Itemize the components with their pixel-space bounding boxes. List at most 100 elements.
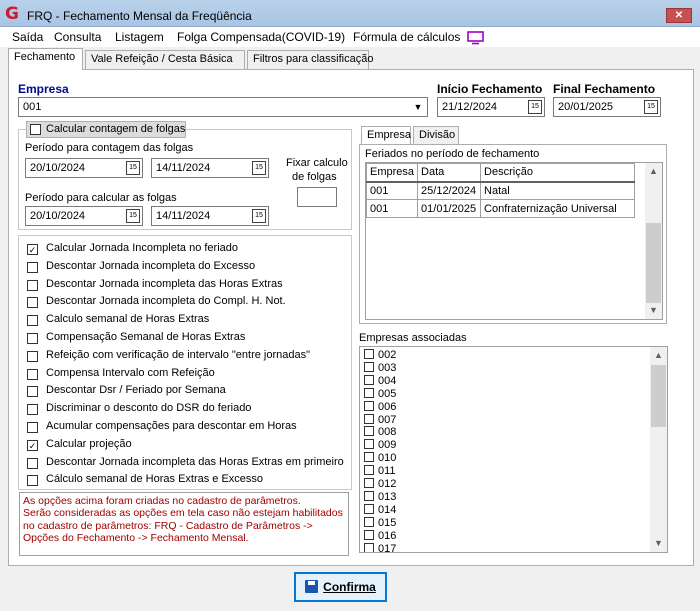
list-item[interactable]: 017 [364,542,396,552]
option-checkbox[interactable]: ✓ [27,439,38,451]
calendar-icon[interactable]: 15 [252,209,266,223]
empresa-checkbox[interactable] [364,529,374,540]
list-item[interactable]: 015 [364,516,396,530]
table-row[interactable]: 001 01/01/2025 Confraternização Universa… [365,199,636,218]
associadas-scrollbar[interactable]: ▲ ▼ [650,347,667,552]
empresa-checkbox[interactable] [364,426,374,437]
list-item[interactable]: 002 [364,349,396,362]
option-checkbox[interactable]: ✓ [27,244,38,255]
empresa-select[interactable]: 001 ▼ [18,97,428,117]
list-item[interactable]: 008 [364,426,396,439]
inicio-date-field[interactable]: 21/12/2024 15 [437,97,545,117]
menu-folga-compensada[interactable]: Folga Compensada(COVID-19) [177,30,345,44]
associadas-title: Empresas associadas [359,332,467,344]
col-empresa[interactable]: Empresa [365,163,419,183]
calendar-icon[interactable]: 15 [252,161,266,175]
calendar-icon[interactable]: 15 [528,100,542,114]
tab-filtros[interactable]: Filtros para classificação [247,50,373,69]
option-checkbox[interactable] [27,315,38,327]
final-date-field[interactable]: 20/01/2025 15 [553,97,661,117]
empresa-checkbox[interactable] [364,387,374,398]
option-checkbox[interactable] [27,333,38,344]
folgas-checkbox-row[interactable]: Calcular contagem de folgas [26,121,186,138]
close-button[interactable]: ✕ [666,8,692,23]
empresa-checkbox[interactable] [364,413,374,424]
calcular-de-field[interactable]: 20/10/2024 15 [25,206,143,226]
empresa-code: 013 [378,490,397,503]
contagem-ate-field[interactable]: 14/11/2024 15 [151,158,269,178]
scroll-thumb[interactable] [646,223,661,303]
fixar-folgas-input[interactable] [297,187,337,207]
tab-vale-refeicao[interactable]: Vale Refeição / Cesta Básica [85,50,245,69]
empresa-checkbox[interactable] [364,374,374,385]
option-checkbox[interactable] [27,368,38,380]
list-item[interactable]: 006 [364,400,396,414]
empresa-checkbox[interactable] [364,503,374,514]
menu-saida[interactable]: Saída [12,30,43,44]
feriados-header-row: Empresa Data Descrição [365,163,636,183]
empresa-checkbox[interactable] [364,465,374,476]
list-item[interactable]: 014 [364,503,396,517]
menu-listagem[interactable]: Listagem [115,30,164,44]
option-checkbox[interactable] [27,475,38,487]
option-checkbox[interactable] [27,457,38,469]
scroll-up-icon[interactable]: ▲ [650,347,667,364]
tab-fechamento[interactable]: Fechamento [8,48,83,70]
list-item[interactable]: 016 [364,529,396,543]
empresa-checkbox[interactable] [364,542,374,552]
feriados-table: Empresa Data Descrição 001 25/12/2024 Na… [365,163,636,218]
option-checkbox[interactable] [27,261,38,273]
feriados-scrollbar[interactable]: ▲ ▼ [645,163,662,319]
list-item[interactable]: 003 [364,361,396,375]
option-checkbox[interactable] [27,350,38,362]
calendar-icon[interactable]: 15 [126,161,140,175]
calendar-icon[interactable]: 15 [126,209,140,223]
app-logo-icon: G [5,4,19,24]
window-title: FRQ - Fechamento Mensal da Freqüência [27,9,252,23]
subtab-empresa[interactable]: Empresa [361,126,411,144]
fechamento-panel: Empresa 001 ▼ Início Fechamento 21/12/20… [8,69,694,566]
empresa-checkbox[interactable] [364,361,374,372]
confirma-button[interactable]: Confirma [294,572,387,602]
scroll-up-icon[interactable]: ▲ [645,163,662,180]
list-item[interactable]: 013 [364,490,397,504]
empresa-code: 004 [378,374,397,387]
option-checkbox[interactable] [27,386,38,398]
calendar-icon[interactable]: 15 [644,100,658,114]
list-item[interactable]: 010 [364,452,396,465]
list-item[interactable]: 009 [364,439,396,452]
chevron-down-icon[interactable]: ▼ [410,99,426,115]
menu-consulta[interactable]: Consulta [54,30,101,44]
empresa-checkbox[interactable] [364,478,374,488]
list-item[interactable]: 004 [364,374,397,388]
monitor-icon[interactable] [467,31,484,45]
scroll-down-icon[interactable]: ▼ [645,302,662,319]
list-item[interactable]: 012 [364,478,396,491]
option-checkbox[interactable] [27,279,38,291]
calcular-ate-field[interactable]: 14/11/2024 15 [151,206,269,226]
empresa-checkbox[interactable] [364,439,374,450]
option-checkbox[interactable] [27,404,38,416]
subtab-divisao[interactable]: Divisão [413,126,459,144]
empresa-checkbox[interactable] [364,490,374,501]
menu-formula-calculos[interactable]: Fórmula de cálculos [353,30,460,44]
col-descricao[interactable]: Descrição [480,163,636,183]
empresa-checkbox[interactable] [364,516,374,527]
empresa-checkbox[interactable] [364,400,374,411]
option-checkbox[interactable] [27,297,38,309]
empresa-code: 011 [378,465,396,478]
option-checkbox[interactable] [27,422,38,433]
contagem-de-field[interactable]: 20/10/2024 15 [25,158,143,178]
list-item[interactable]: 005 [364,387,396,401]
cell: 001 [365,199,419,218]
scroll-thumb[interactable] [651,365,666,427]
list-item[interactable]: 007 [364,413,396,427]
table-row[interactable]: 001 25/12/2024 Natal [365,181,636,200]
empresa-checkbox[interactable] [364,452,374,463]
empresa-checkbox[interactable] [364,349,374,359]
list-item[interactable]: 011 [364,465,396,478]
folgas-checkbox[interactable] [30,124,41,135]
col-data[interactable]: Data [417,163,482,183]
scroll-down-icon[interactable]: ▼ [650,535,667,552]
empresa-code: 008 [378,426,397,439]
